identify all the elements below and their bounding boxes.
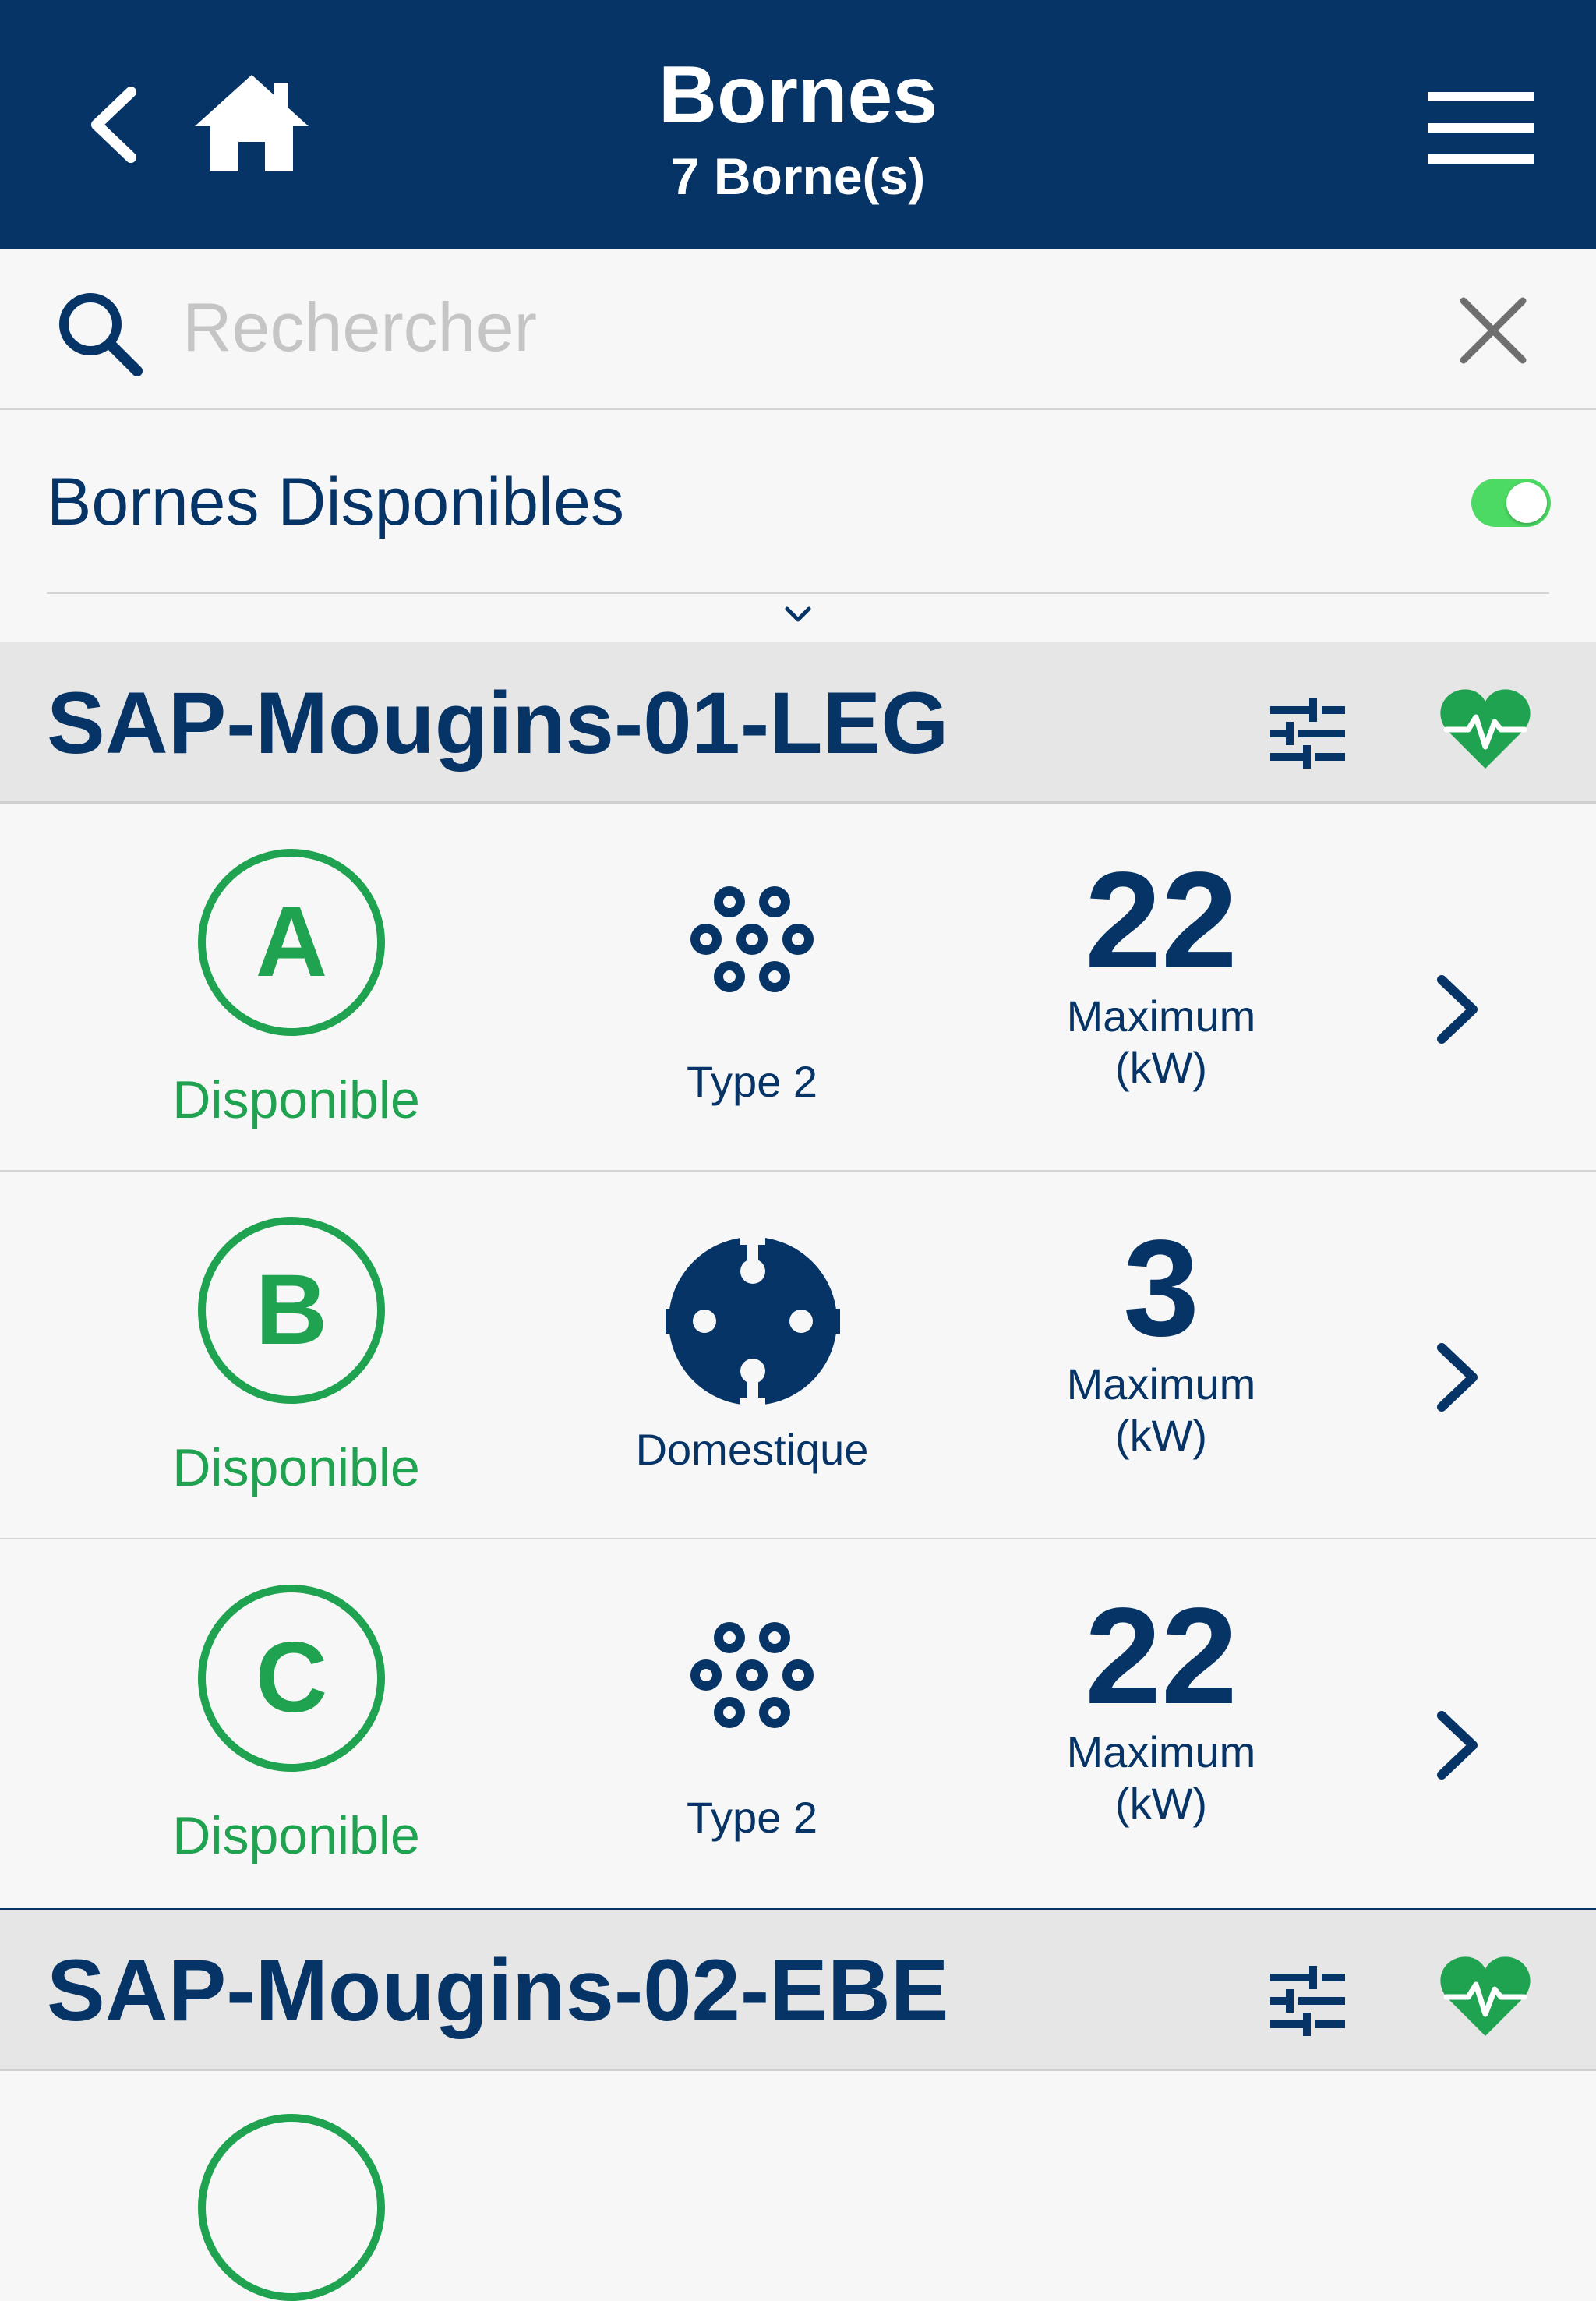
divider (47, 592, 1549, 594)
chevron-down-icon[interactable] (784, 605, 812, 624)
connector-row[interactable]: A Disponible Type 2 22 Maximum (kW) (0, 804, 1596, 1172)
station-count: 7 Borne(s) (670, 147, 926, 205)
heart-pulse-icon[interactable] (1440, 686, 1531, 772)
type2-plug-icon (690, 1622, 814, 1728)
connector-letter-badge: B (198, 1217, 385, 1404)
available-filter-row: Bornes Disponibles (0, 410, 1596, 594)
plug-type-label: Type 2 (686, 1793, 818, 1842)
plug-type-label: Domestique (635, 1425, 869, 1474)
search-icon (59, 293, 143, 376)
chevron-right-icon[interactable] (1434, 1709, 1481, 1781)
station-name: SAP-Mougins-01-LEG (47, 674, 949, 772)
connector-letter-badge (198, 2114, 385, 2301)
available-toggle[interactable] (1471, 479, 1551, 527)
max-power-unit: Maximum (kW) (1066, 991, 1256, 1092)
heart-pulse-icon[interactable] (1440, 1953, 1531, 2039)
connector-letter-badge: C (198, 1585, 385, 1772)
connector-status: Disponible (172, 1070, 420, 1129)
type2-plug-icon (690, 886, 814, 992)
connector-row[interactable]: C Disponible Type 2 22 Maximum (kW) (0, 1539, 1596, 1906)
close-icon[interactable] (1459, 296, 1527, 365)
chevron-right-icon[interactable] (1434, 1341, 1481, 1413)
toggle-knob (1506, 482, 1547, 523)
connector-letter-badge: A (198, 849, 385, 1036)
connector-status: Disponible (172, 1438, 420, 1497)
max-power-unit: Maximum (kW) (1066, 1359, 1256, 1460)
connector-row[interactable]: B Disponible Domestique 3 Maximum (kW) (0, 1172, 1596, 1539)
station-header[interactable]: SAP-Mougins-01-LEG (0, 642, 1596, 804)
chevron-right-icon[interactable] (1434, 974, 1481, 1045)
station-name: SAP-Mougins-02-EBE (47, 1942, 949, 2039)
page-title: Bornes (658, 50, 938, 140)
max-power-value: 22 (1085, 844, 1238, 997)
max-power-value: 3 (1123, 1212, 1199, 1365)
station-header[interactable]: SAP-Mougins-02-EBE (0, 1908, 1596, 2071)
settings-sliders-icon[interactable] (1270, 698, 1345, 769)
max-power-unit: Maximum (kW) (1066, 1727, 1256, 1828)
domestic-plug-icon (666, 1231, 840, 1412)
nav-header: Bornes 7 Borne(s) (0, 0, 1596, 249)
connector-status: Disponible (172, 1806, 420, 1865)
settings-sliders-icon[interactable] (1270, 1966, 1345, 2036)
search-input[interactable] (181, 284, 1353, 371)
hamburger-menu-icon[interactable] (1428, 92, 1534, 164)
max-power-value: 22 (1085, 1580, 1238, 1733)
plug-type-label: Type 2 (686, 1057, 818, 1106)
search-bar (0, 249, 1596, 410)
available-filter-label: Bornes Disponibles (47, 465, 624, 539)
